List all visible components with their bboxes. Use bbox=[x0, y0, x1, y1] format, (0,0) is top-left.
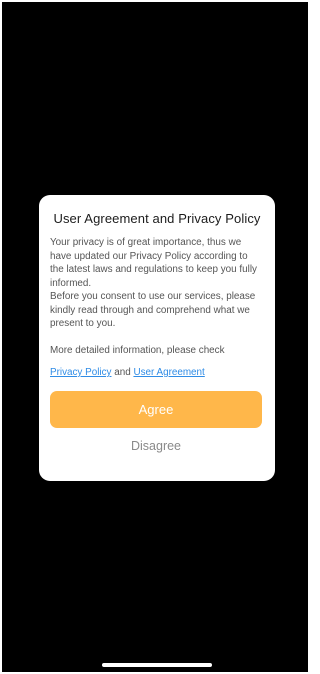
policy-links: Privacy Policy and User Agreement bbox=[50, 366, 264, 379]
app-screen: User Agreement and Privacy Policy Your p… bbox=[2, 2, 308, 672]
home-indicator[interactable] bbox=[102, 663, 212, 667]
disagree-button[interactable]: Disagree bbox=[50, 437, 262, 455]
privacy-paragraph: Your privacy is of great importance, thu… bbox=[50, 237, 257, 289]
more-info-text: More detailed information, please check bbox=[50, 344, 225, 356]
agree-button[interactable]: Agree bbox=[50, 391, 262, 428]
dialog-title: User Agreement and Privacy Policy bbox=[53, 211, 261, 226]
and-text: and bbox=[111, 367, 134, 378]
privacy-consent-dialog: User Agreement and Privacy Policy Your p… bbox=[39, 195, 275, 481]
dialog-body: Your privacy is of great importance, thu… bbox=[50, 236, 264, 331]
privacy-policy-link[interactable]: Privacy Policy bbox=[50, 367, 111, 378]
user-agreement-link[interactable]: User Agreement bbox=[133, 367, 204, 378]
consent-paragraph: Before you consent to use our services, … bbox=[50, 291, 256, 329]
